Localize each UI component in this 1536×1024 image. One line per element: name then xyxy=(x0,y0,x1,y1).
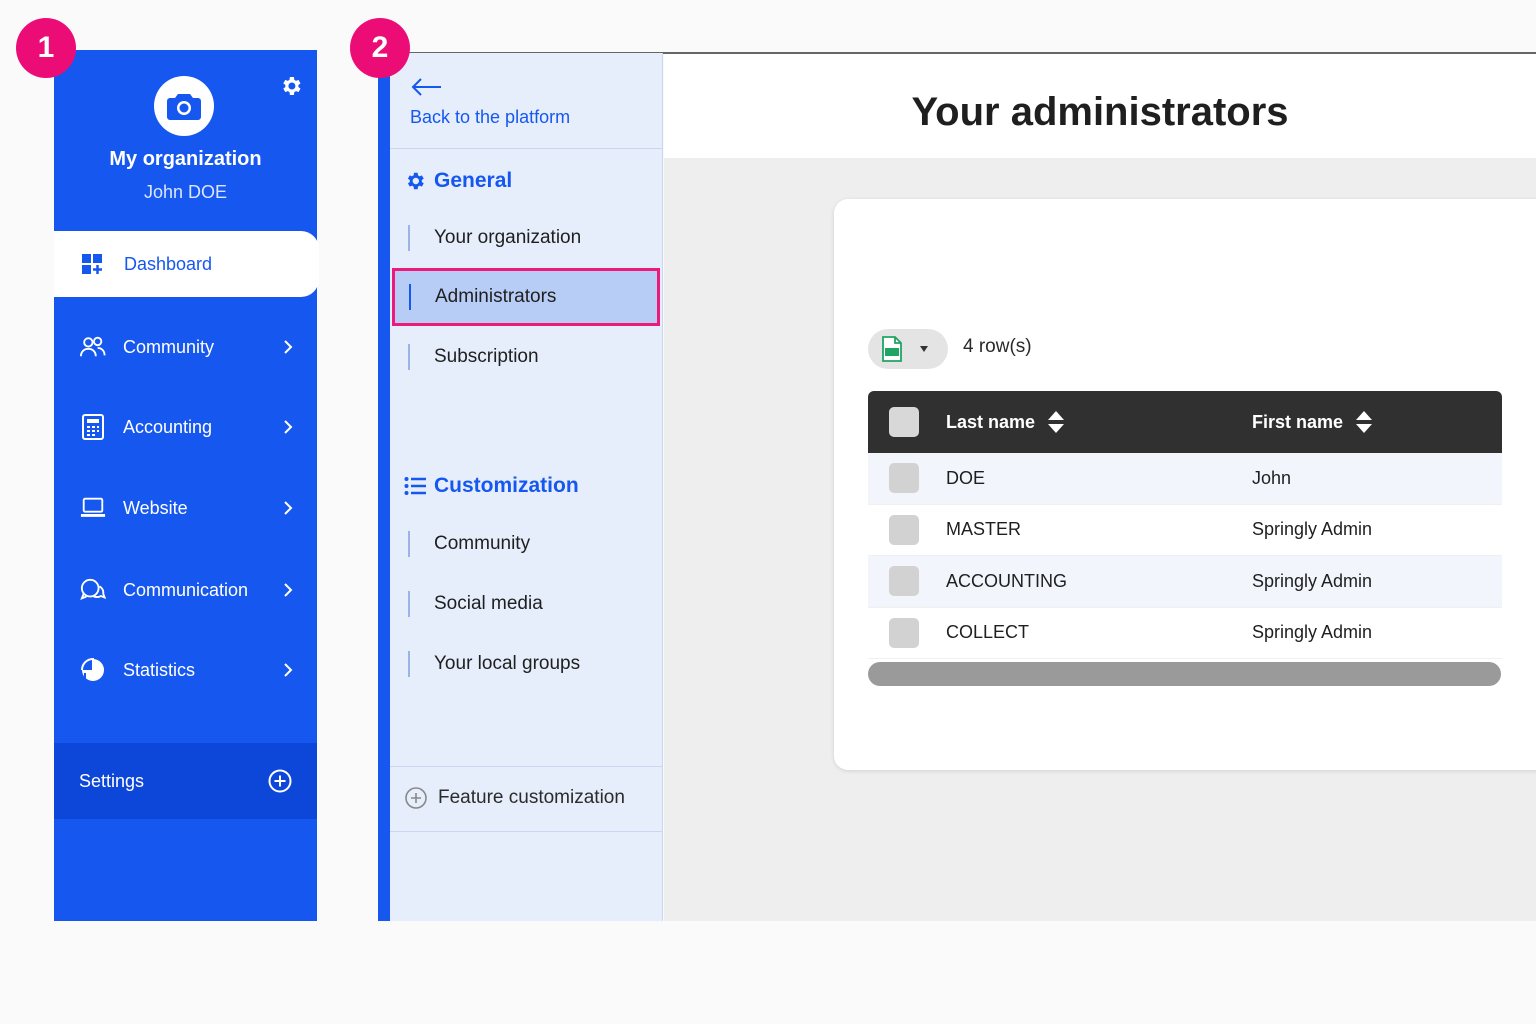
chevron-right-icon xyxy=(284,340,293,354)
chat-icon xyxy=(80,577,106,603)
sidebar-settings[interactable]: Settings xyxy=(54,743,317,819)
feature-label: Feature customization xyxy=(438,787,625,808)
nav-local-groups[interactable]: Your local groups xyxy=(408,644,660,684)
excel-file-icon xyxy=(882,336,902,362)
page-title: Your administrators xyxy=(911,90,1289,134)
table-row[interactable]: MASTER Springly Admin xyxy=(868,504,1502,556)
table-row[interactable]: DOE John xyxy=(868,453,1502,505)
table-body: DOE John MASTER Springly Admin ACCOUNTIN… xyxy=(868,453,1502,659)
table-row[interactable]: ACCOUNTING Springly Admin xyxy=(868,556,1502,608)
sidebar-item-label: Accounting xyxy=(123,416,213,437)
list-icon xyxy=(404,477,426,495)
nav-community[interactable]: Community xyxy=(408,524,660,564)
cell-last-name: COLLECT xyxy=(946,622,1030,643)
organization-name: My organization xyxy=(109,148,262,170)
row-checkbox[interactable] xyxy=(889,463,919,494)
divider xyxy=(390,766,662,767)
column-first-name[interactable]: First name xyxy=(1252,410,1373,434)
sidebar-item-label: Website xyxy=(123,497,188,518)
divider xyxy=(390,148,662,149)
sidebar-item-dashboard[interactable]: Dashboard xyxy=(54,231,319,297)
table-header: Last name First name xyxy=(868,391,1502,453)
step-badge-1: 1 xyxy=(16,18,76,78)
back-label: Back to the platform xyxy=(410,107,571,127)
column-header-label: Last name xyxy=(946,411,1036,432)
cell-last-name: ACCOUNTING xyxy=(946,570,1067,591)
caret-down-icon xyxy=(920,346,928,352)
nav-label: Your local groups xyxy=(434,653,581,674)
chevron-right-icon xyxy=(284,663,293,677)
nav-label: Community xyxy=(434,533,531,554)
row-count: 4 row(s) xyxy=(963,336,1032,357)
pie-chart-icon xyxy=(80,657,106,683)
main-sidebar: My organization John DOE Dashboard Commu… xyxy=(54,50,319,921)
nav-your-organization[interactable]: Your organization xyxy=(408,218,660,258)
dashboard-icon xyxy=(82,254,102,274)
administrators-table: Last name First name DOE John MASTER Spr… xyxy=(868,391,1502,659)
settings-label: Settings xyxy=(79,770,145,791)
section-customization: Customization xyxy=(404,474,579,498)
column-header-label: First name xyxy=(1252,411,1344,432)
sidebar-item-accounting[interactable]: Accounting xyxy=(54,402,317,452)
sidebar-item-statistics[interactable]: Statistics xyxy=(54,645,317,695)
export-button[interactable] xyxy=(868,329,948,369)
row-checkbox[interactable] xyxy=(889,514,919,545)
divider xyxy=(390,831,662,832)
cell-first-name: Springly Admin xyxy=(1252,519,1373,540)
sidebar-item-label: Community xyxy=(123,336,215,357)
cell-first-name: Springly Admin xyxy=(1252,622,1373,643)
section-customization-title: Customization xyxy=(434,474,579,497)
plus-circle-icon xyxy=(405,787,427,809)
chevron-right-icon xyxy=(284,420,293,434)
settings-sidebar: Back to the platform General Your organi… xyxy=(390,53,663,921)
horizontal-scrollbar[interactable] xyxy=(868,662,1501,686)
nav-label: Administrators xyxy=(435,286,557,307)
row-checkbox[interactable] xyxy=(889,617,919,648)
sidebar-item-label: Statistics xyxy=(123,659,196,680)
nav-label: Social media xyxy=(434,593,543,614)
nav-label: Your organization xyxy=(434,227,582,248)
gear-icon xyxy=(407,172,424,190)
user-name: John DOE xyxy=(143,182,228,202)
plus-circle-icon xyxy=(268,769,292,793)
sidebar-item-community[interactable]: Community xyxy=(54,322,317,372)
laptop-icon xyxy=(80,495,106,521)
cell-last-name: DOE xyxy=(946,467,986,488)
table-row[interactable]: COLLECT Springly Admin xyxy=(868,607,1502,659)
nav-label: Subscription xyxy=(434,346,539,367)
chevron-right-icon xyxy=(284,583,293,597)
sort-icon xyxy=(1048,411,1065,433)
sidebar-item-label: Dashboard xyxy=(124,253,213,274)
nav-social-media[interactable]: Social media xyxy=(408,584,660,624)
select-all-checkbox[interactable] xyxy=(889,407,919,437)
nav-subscription[interactable]: Subscription xyxy=(408,337,660,377)
cell-first-name: Springly Admin xyxy=(1252,570,1373,591)
gear-icon[interactable] xyxy=(279,74,303,98)
accent-bar xyxy=(378,53,390,921)
sidebar-item-communication[interactable]: Communication xyxy=(54,565,317,615)
row-checkbox[interactable] xyxy=(889,566,919,597)
users-icon xyxy=(80,334,106,360)
calculator-icon xyxy=(80,414,106,440)
sidebar-item-label: Communication xyxy=(123,579,249,600)
section-general-title: General xyxy=(434,169,513,192)
column-last-name[interactable]: Last name xyxy=(946,410,1065,434)
section-general: General xyxy=(404,169,512,193)
page-header: Your administrators xyxy=(664,54,1536,158)
feature-customization-link[interactable]: Feature customization xyxy=(404,786,625,810)
camera-icon xyxy=(167,94,201,120)
organization-logo[interactable] xyxy=(154,76,214,136)
nav-administrators[interactable]: Administrators xyxy=(392,268,660,326)
sort-icon xyxy=(1356,411,1373,433)
cell-last-name: MASTER xyxy=(946,519,1022,540)
arrow-left-icon xyxy=(411,78,441,96)
back-link[interactable]: Back to the platform xyxy=(410,77,570,128)
chevron-right-icon xyxy=(284,501,293,515)
step-badge-2: 2 xyxy=(350,18,410,78)
sidebar-item-website[interactable]: Website xyxy=(54,483,317,533)
cell-first-name: John xyxy=(1252,467,1292,488)
